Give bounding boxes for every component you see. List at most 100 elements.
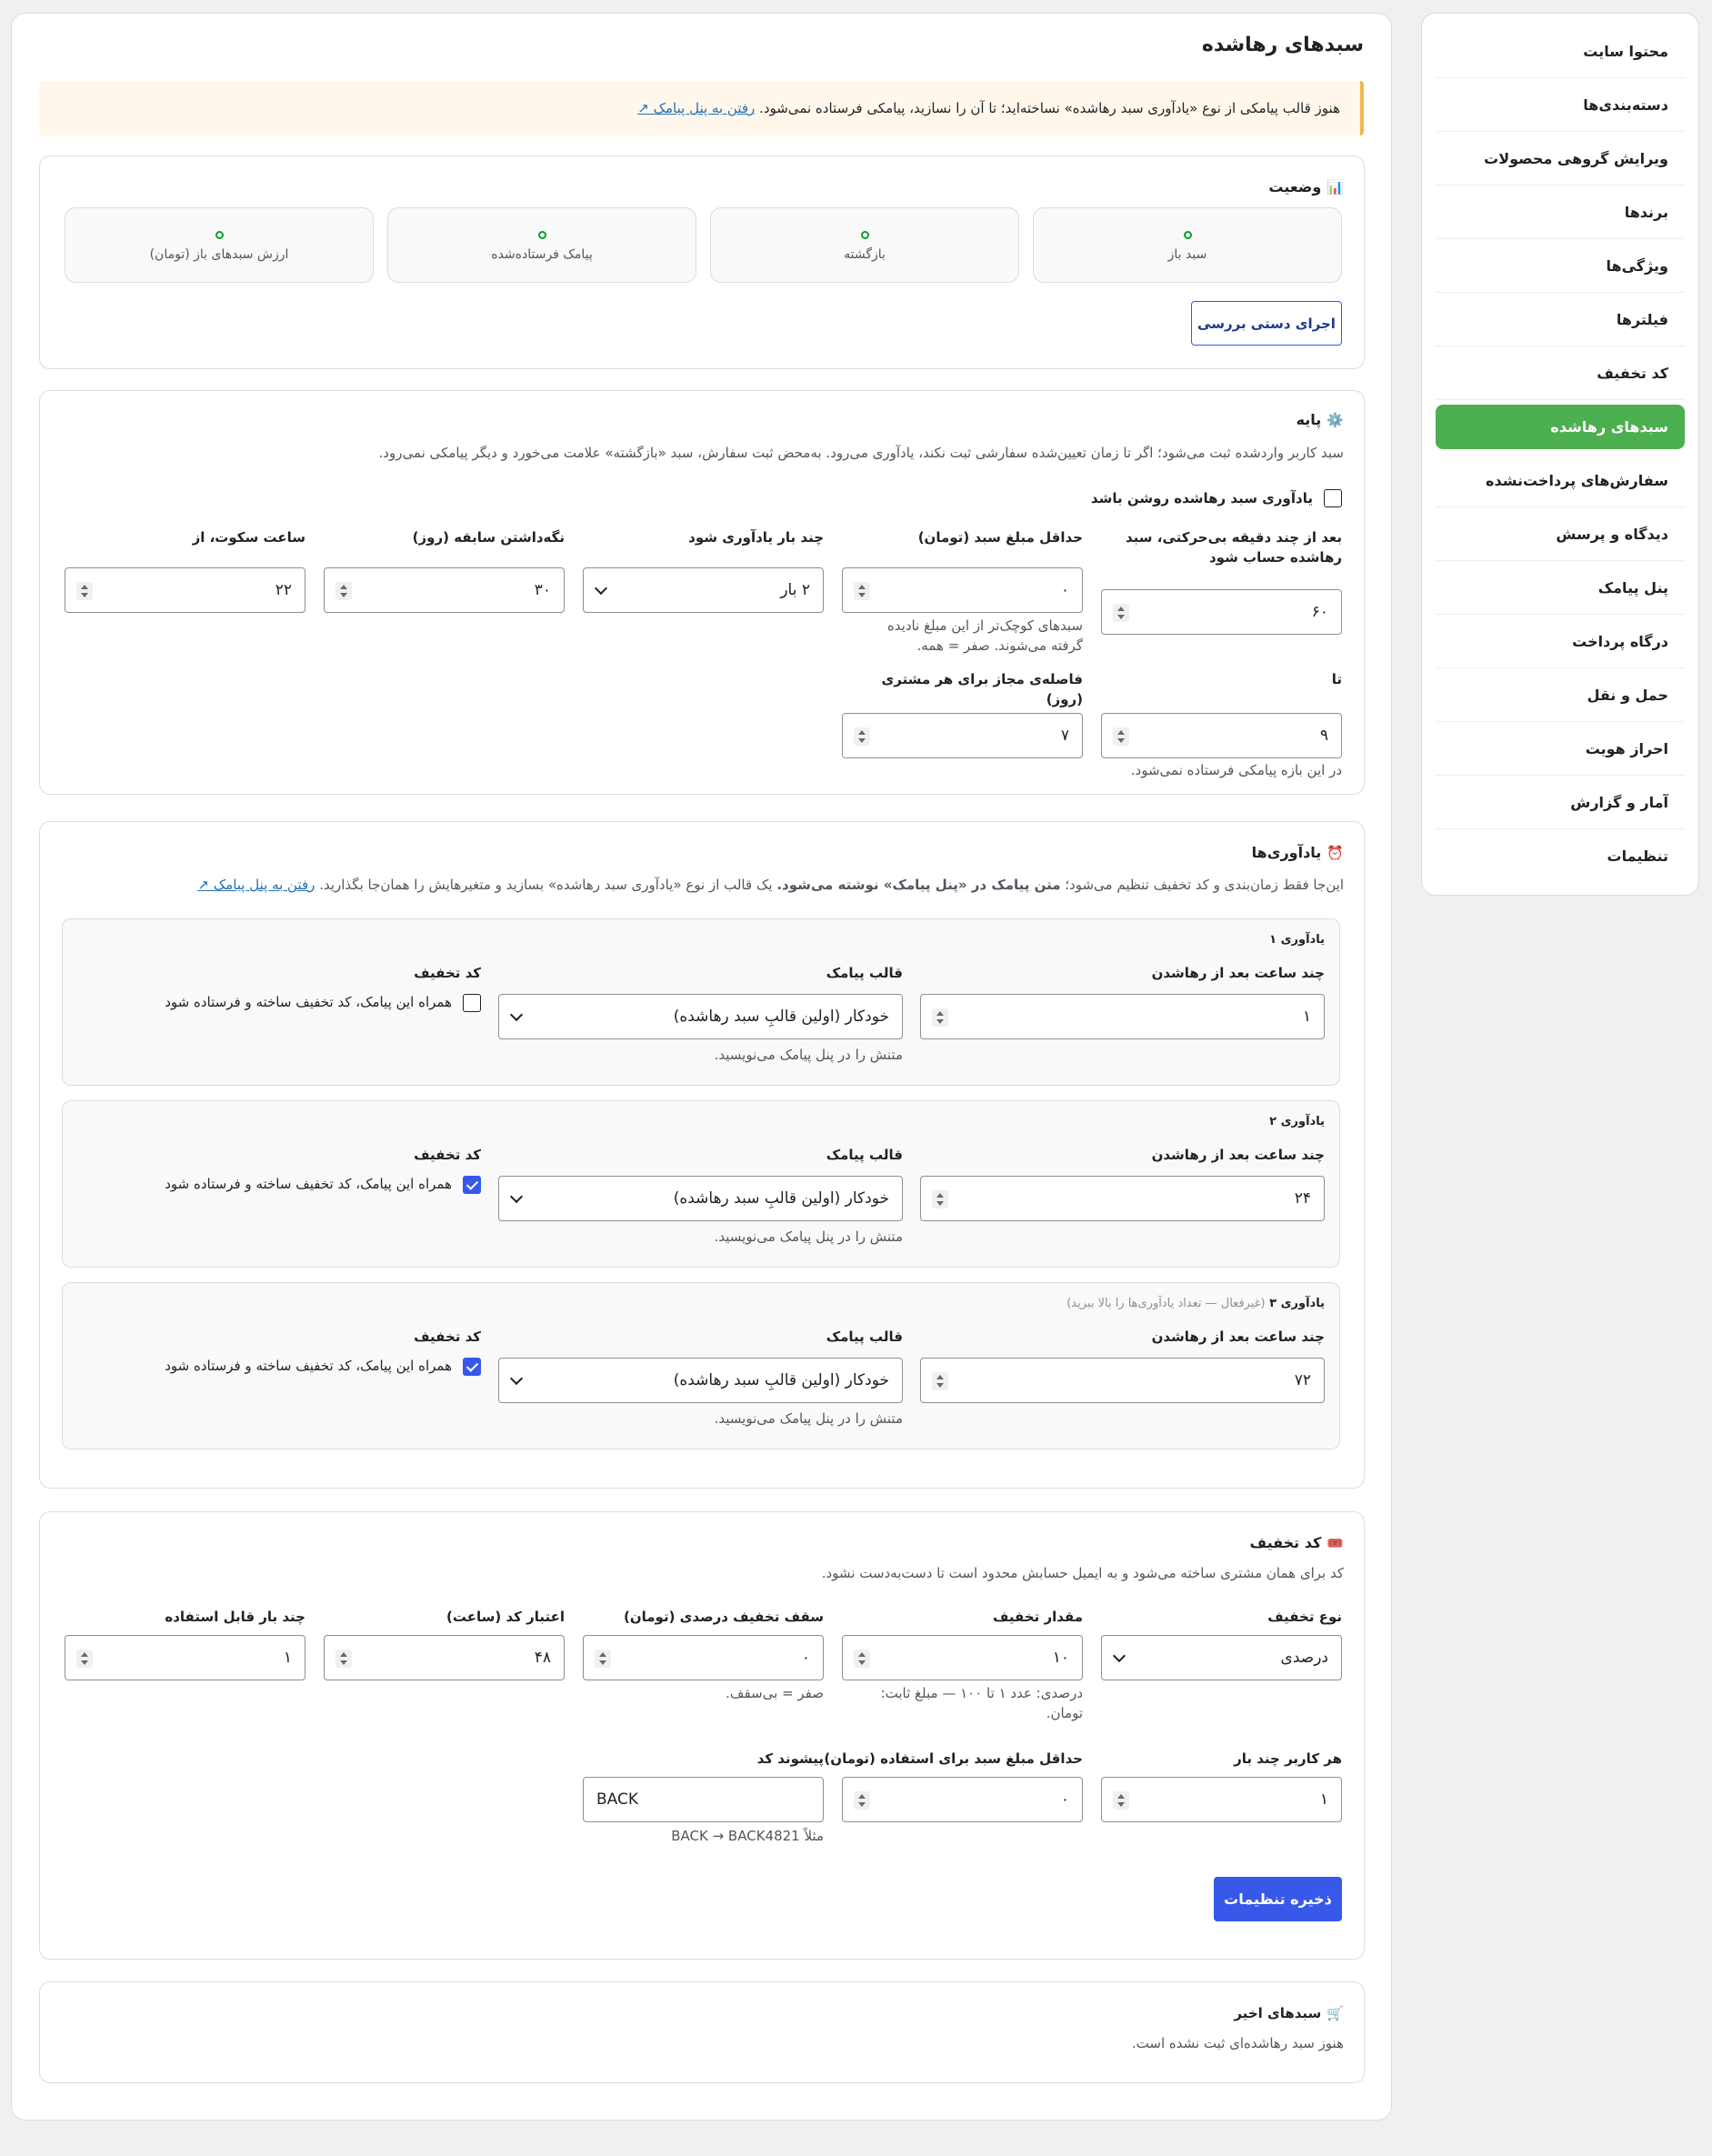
spinner-icon[interactable] [854, 1791, 870, 1810]
coupon-desc: کد برای همان مشتری ساخته می‌شود و به ایم… [821, 1565, 1344, 1581]
discount-cap-input[interactable]: ۰ [583, 1635, 824, 1680]
min-amount-input[interactable]: ۰ [842, 567, 1083, 613]
hours-input[interactable]: ۱ [920, 994, 1325, 1039]
reminders-title: ⏰یادآوری‌ها [1251, 844, 1344, 861]
usage-limit-input[interactable]: ۱ [65, 1635, 305, 1680]
per-user-label: هر کاربر چند بار [1234, 1750, 1342, 1767]
keep-days-label: نگه‌داشتن سابقه (روز) [412, 529, 565, 546]
sidebar-item-unpaid-orders[interactable]: سفارش‌های پرداخت‌نشده [1436, 454, 1685, 507]
ticket-icon: 🎟️ [1327, 1535, 1344, 1551]
spinner-icon[interactable] [932, 1190, 948, 1208]
sidebar-item-settings[interactable]: تنظیمات [1436, 829, 1685, 883]
chevron-down-icon [509, 1189, 524, 1204]
base-settings-card: ⚙️پایه سبد کاربر واردشده ثبت می‌شود؛ اگر… [39, 390, 1365, 795]
template-label: قالب پیامک [826, 1147, 903, 1163]
template-help: متنش را در پنل پیامک می‌نویسید. [714, 1410, 903, 1427]
hours-input[interactable]: ۷۲ [920, 1358, 1325, 1403]
chevron-down-icon [509, 1371, 524, 1386]
sidebar-item-stats[interactable]: آمار و گزارش [1436, 776, 1685, 829]
spinner-icon[interactable] [76, 582, 93, 600]
run-check-button[interactable]: اجرای دستی بررسی [1191, 301, 1342, 346]
discount-label: کد تخفیف [414, 965, 481, 981]
save-settings-button[interactable]: ذخیره تنظیمات [1214, 1877, 1342, 1921]
discount-amount-input[interactable]: ۱۰ [842, 1635, 1083, 1680]
discount-checkbox[interactable] [463, 1176, 481, 1194]
prefix-help: مثلاً BACK → BACK4821 [671, 1828, 824, 1844]
spinner-icon[interactable] [1113, 1791, 1129, 1810]
sidebar-item-filters[interactable]: فیلترها [1436, 293, 1685, 346]
spinner-icon[interactable] [854, 727, 870, 746]
spinner-icon[interactable] [76, 1650, 93, 1668]
discount-checkbox[interactable] [463, 994, 481, 1012]
spinner-icon[interactable] [854, 1650, 870, 1668]
template-help: متنش را در پنل پیامک می‌نویسید. [714, 1228, 903, 1245]
idle-minutes-input[interactable]: ۶۰ [1101, 589, 1342, 635]
discount-label: کد تخفیف [414, 1147, 481, 1163]
sidebar-item-reviews[interactable]: دیدگاه و پرسش [1436, 507, 1685, 561]
sidebar-item-sms-panel[interactable]: پنل پیامک [1436, 561, 1685, 615]
sidebar-item-bulk-edit[interactable]: ویرایش گروهی محصولات [1436, 132, 1685, 186]
sidebar-item-coupons[interactable]: کد تخفیف [1436, 346, 1685, 400]
sidebar-item-site-content[interactable]: محتوا سایت [1436, 25, 1685, 78]
sidebar-item-verification[interactable]: احراز هویت [1436, 722, 1685, 776]
reminder-3: یادآوری ۳ (غیرفعال — تعداد یادآوری‌ها را… [62, 1282, 1340, 1449]
template-label: قالب پیامک [826, 1329, 903, 1345]
times-select[interactable]: ۲ بار [583, 567, 824, 613]
template-label: قالب پیامک [826, 965, 903, 981]
chevron-down-icon [1112, 1649, 1126, 1663]
quiet-from-input[interactable]: ۲۲ [65, 567, 305, 613]
discount-label: کد تخفیف [414, 1329, 481, 1345]
page-title: سبدهای رهاشده [1201, 34, 1364, 56]
discount-amount-help: درصدی: عدد ۱ تا ۱۰۰ — مبلغ ثابت: تومان. [880, 1685, 1083, 1721]
enable-reminder-checkbox[interactable] [1324, 489, 1342, 507]
reminder-title: یادآوری ۳ (غیرفعال — تعداد یادآوری‌ها را… [1066, 1297, 1325, 1310]
status-title: 📊وضعیت [1268, 178, 1344, 196]
recent-carts-card: 🛒سبدهای اخیر هنوز سبد رهاشده‌ای ثبت نشده… [39, 1981, 1365, 2083]
valid-hours-input[interactable]: ۴۸ [324, 1635, 565, 1680]
template-select[interactable]: خودکار (اولین قالبِ سبد رهاشده) [498, 1176, 903, 1221]
discount-type-select[interactable]: درصدی [1101, 1635, 1342, 1680]
quiet-from-label: ساعت سکوت، از [192, 529, 305, 546]
spinner-icon[interactable] [932, 1372, 948, 1390]
sidebar: محتوا سایت دسته‌بندی‌ها ویرایش گروهی محص… [1421, 13, 1699, 896]
quiet-to-help: در این بازه پیامکی فرستاده نمی‌شود. [1130, 762, 1342, 778]
idle-minutes-label: بعد از چند دقیقه بی‌حرکتی، سبد رهاشده حس… [1126, 529, 1342, 566]
spinner-icon[interactable] [595, 1650, 611, 1668]
spinner-icon[interactable] [335, 582, 352, 600]
stat-open-carts: سبد باز [1033, 207, 1342, 283]
status-dot-icon [1184, 231, 1192, 239]
min-cart-input[interactable]: ۰ [842, 1777, 1083, 1822]
base-desc: سبد کاربر واردشده ثبت می‌شود؛ اگر تا زما… [378, 445, 1344, 461]
sms-template-notice: هنوز قالب پیامکی از نوع «یادآوری سبد رها… [39, 81, 1364, 135]
sidebar-item-attributes[interactable]: ویژگی‌ها [1436, 239, 1685, 293]
spinner-icon[interactable] [1113, 604, 1129, 622]
notice-sms-panel-link[interactable]: رفتن به پنل پیامک ↗ [637, 100, 755, 116]
quiet-to-input[interactable]: ۹ [1101, 713, 1342, 758]
spinner-icon[interactable] [932, 1008, 948, 1027]
per-user-input[interactable]: ۱ [1101, 1777, 1342, 1822]
gap-days-input[interactable]: ۷ [842, 713, 1083, 758]
spinner-icon[interactable] [854, 582, 870, 600]
reminders-sms-panel-link[interactable]: رفتن به پنل پیامک ↗ [197, 877, 315, 893]
sidebar-item-categories[interactable]: دسته‌بندی‌ها [1436, 78, 1685, 132]
template-select[interactable]: خودکار (اولین قالبِ سبد رهاشده) [498, 994, 903, 1039]
status-dot-icon [861, 231, 869, 239]
sidebar-item-brands[interactable]: برندها [1436, 186, 1685, 239]
template-select[interactable]: خودکار (اولین قالبِ سبد رهاشده) [498, 1358, 903, 1403]
keep-days-input[interactable]: ۳۰ [324, 567, 565, 613]
discount-cap-help: صفر = بی‌سقف. [726, 1685, 824, 1701]
recent-empty-text: هنوز سبد رهاشده‌ای ثبت نشده است. [1131, 2035, 1344, 2051]
spinner-icon[interactable] [335, 1650, 352, 1668]
sidebar-item-shipping[interactable]: حمل و نقل [1436, 668, 1685, 722]
sidebar-item-payment-gateway[interactable]: درگاه پرداخت [1436, 615, 1685, 668]
discount-checkbox[interactable] [463, 1358, 481, 1376]
hours-input[interactable]: ۲۴ [920, 1176, 1325, 1221]
prefix-input[interactable]: BACK [583, 1777, 824, 1822]
status-dot-icon [215, 231, 224, 239]
min-cart-label: حداقل مبلغ سبد برای استفاده (تومان) [824, 1750, 1083, 1767]
discount-amount-label: مقدار تخفیف [993, 1609, 1083, 1625]
reminder-title: یادآوری ۲ [1269, 1115, 1325, 1128]
valid-hours-label: اعتبار کد (ساعت) [446, 1609, 565, 1625]
sidebar-item-abandoned-carts[interactable]: سبدهای رهاشده [1436, 405, 1685, 449]
spinner-icon[interactable] [1113, 727, 1129, 746]
